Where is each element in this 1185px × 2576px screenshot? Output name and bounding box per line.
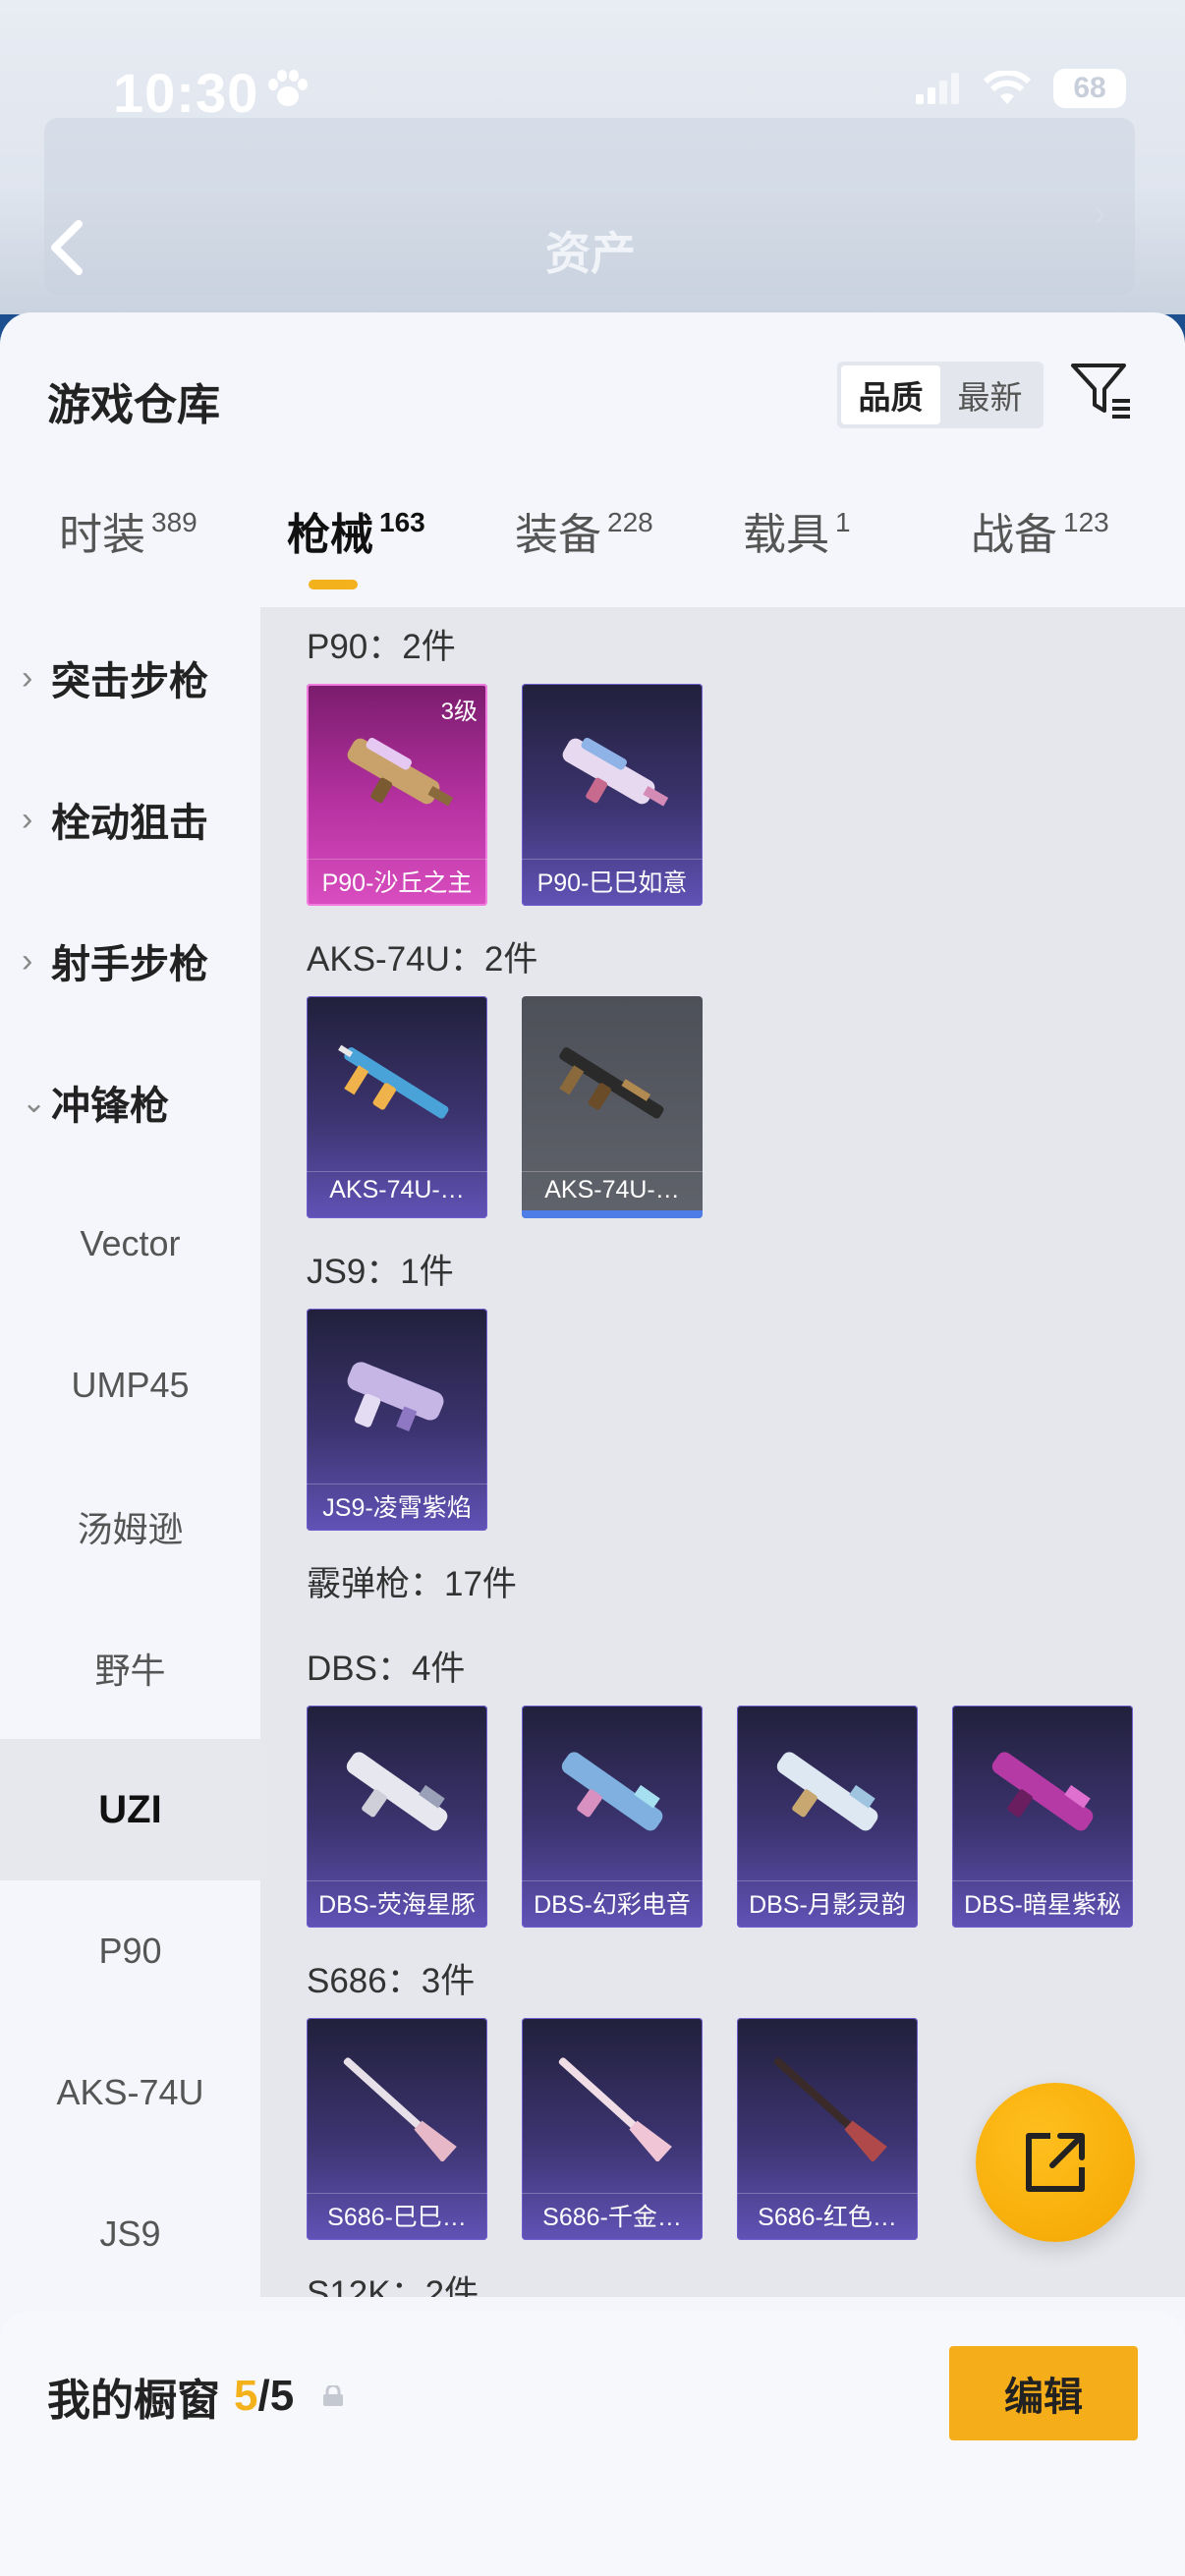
weapon-skin-list: P90：2件 3级 P90-沙丘之主 P90-巳巳如意 AKS-74U：2件 A…: [260, 607, 1185, 2297]
skin-card[interactable]: DBS-荧海星豚: [307, 1706, 487, 1928]
tab-vehicles[interactable]: 载具 1: [743, 499, 851, 562]
paw-icon: [268, 70, 308, 106]
showcase-total: /5: [257, 2372, 295, 2420]
warehouse-sheet: 游戏仓库 品质 最新 时装 389 枪械 163 装备 228 载具 1 战备 123 ›…: [0, 312, 1185, 2576]
sidebar-subitem[interactable]: JS9: [0, 2163, 260, 2305]
weapon-image: [562, 738, 669, 807]
skin-name: AKS-74U-…: [522, 1171, 703, 1208]
sidebar-subitem[interactable]: UMP45: [0, 1315, 260, 1456]
weapon-image: [561, 1752, 663, 1831]
skin-name: DBS-荧海星豚: [307, 1880, 487, 1918]
status-time: 10:30: [113, 62, 259, 124]
sidebar-item-smg[interactable]: ⌄ 冲锋枪: [0, 1032, 260, 1173]
weapon-image: [347, 738, 454, 807]
showcase-bar: 我的橱窗 5 /5 编辑: [0, 2311, 1185, 2576]
sidebar-subitem[interactable]: 汤姆逊: [0, 1456, 260, 1597]
weapon-image: [991, 1752, 1094, 1831]
tab-fashion[interactable]: 时装 389: [59, 499, 198, 562]
wifi-icon: [983, 71, 1032, 104]
group-title: JS9：1件: [307, 1253, 454, 1291]
skin-card[interactable]: JS9-凌霄紫焰: [307, 1309, 487, 1531]
chevron-down-icon: ⌄: [22, 1086, 47, 1119]
group-title: AKS-74U：2件: [307, 940, 538, 979]
group-title: S12K：2件: [307, 2274, 480, 2297]
tab-firearms[interactable]: 枪械 163: [287, 499, 425, 562]
skin-name: S686-红色…: [737, 2193, 918, 2230]
chevron-right-icon: ›: [22, 658, 33, 697]
group-title: DBS：4件: [307, 1650, 466, 1688]
skin-name: S686-千金…: [522, 2193, 703, 2230]
tab-equipment[interactable]: 装备 228: [515, 499, 653, 562]
edit-button[interactable]: 编辑: [949, 2346, 1138, 2440]
category-tabs: 时装 389 枪械 163 装备 228 载具 1 战备 123: [0, 499, 1185, 588]
sidebar-item-bolt-sniper[interactable]: › 栓动狙击: [0, 749, 260, 890]
share-button[interactable]: [976, 2083, 1135, 2242]
sort-latest-button[interactable]: 最新: [940, 365, 1040, 424]
sidebar-subitem[interactable]: Vector: [0, 1173, 260, 1315]
skin-name: P90-巳巳如意: [522, 859, 703, 896]
group-title: P90：2件: [307, 628, 456, 666]
sort-toggle: 品质 最新: [837, 362, 1044, 428]
chevron-right-icon: ›: [22, 800, 33, 838]
weapon-image: [343, 2057, 457, 2161]
skin-name: S686-巳巳…: [307, 2193, 487, 2230]
skin-card[interactable]: DBS-暗星紫秘: [952, 1706, 1133, 1928]
skin-name: DBS-暗星紫秘: [952, 1880, 1133, 1918]
chevron-right-icon: ›: [1093, 192, 1106, 235]
weapon-image: [558, 2057, 672, 2161]
skin-card[interactable]: S686-巳巳…: [307, 2018, 487, 2240]
sidebar-subitem[interactable]: P90: [0, 1880, 260, 2022]
filter-icon[interactable]: [1069, 360, 1132, 420]
weapon-image: [776, 1752, 878, 1831]
skin-card[interactable]: P90-巳巳如意: [522, 684, 703, 906]
skin-name: P90-沙丘之主: [307, 859, 487, 896]
weapon-image: [346, 1752, 448, 1831]
showcase-count: 5: [234, 2372, 258, 2420]
status-right: 68: [916, 69, 1126, 108]
group-title: S686：3件: [307, 1962, 476, 2000]
skin-name: DBS-幻彩电音: [522, 1880, 703, 1918]
weapon-image: [559, 1047, 664, 1119]
skin-card[interactable]: S686-红色…: [737, 2018, 918, 2240]
active-tab-indicator: [309, 580, 358, 589]
back-arrow-icon[interactable]: [43, 218, 92, 277]
battery-indicator: 68: [1053, 69, 1126, 108]
sort-quality-button[interactable]: 品质: [841, 365, 940, 424]
skin-card[interactable]: DBS-月影灵韵: [737, 1706, 918, 1928]
showcase-label: 我的橱窗: [47, 2377, 220, 2425]
group-title: 霰弹枪：17件: [307, 1565, 517, 1603]
sidebar-subitem-selected[interactable]: UZI: [0, 1739, 260, 1880]
page-title: 游戏仓库: [47, 381, 220, 429]
sidebar-subitem[interactable]: 野牛: [0, 1597, 260, 1739]
signal-icon: [916, 73, 959, 104]
share-icon: [1026, 2133, 1085, 2192]
sidebar-subitem[interactable]: AKS-74U: [0, 2022, 260, 2163]
skin-card[interactable]: 3级 P90-沙丘之主: [307, 684, 487, 906]
skin-card[interactable]: AKS-74U-…: [307, 996, 487, 1218]
sidebar-item-assault-rifle[interactable]: › 突击步枪: [0, 607, 260, 749]
skin-name: DBS-月影灵韵: [737, 1880, 918, 1918]
skin-name: AKS-74U-…: [307, 1171, 487, 1208]
sidebar-item-marksman-rifle[interactable]: › 射手步枪: [0, 890, 260, 1032]
weapon-image: [773, 2057, 887, 2161]
skin-card[interactable]: AKS-74U-…: [522, 996, 703, 1218]
tab-supplies[interactable]: 战备 123: [971, 499, 1109, 562]
weapon-image: [338, 1044, 449, 1119]
skin-card[interactable]: DBS-幻彩电音: [522, 1706, 703, 1928]
skin-name: JS9-凌霄紫焰: [307, 1484, 487, 1521]
weapon-category-sidebar: › 突击步枪 › 栓动狙击 › 射手步枪 ⌄ 冲锋枪 Vector UMP45 …: [0, 607, 260, 2297]
skin-card[interactable]: S686-千金…: [522, 2018, 703, 2240]
lock-icon: [323, 2385, 344, 2406]
showcase-label-row: 我的橱窗 5 /5: [47, 2365, 345, 2428]
chevron-right-icon: ›: [22, 941, 33, 980]
header-title: 资产: [545, 228, 636, 279]
weapon-image: [347, 1362, 444, 1432]
